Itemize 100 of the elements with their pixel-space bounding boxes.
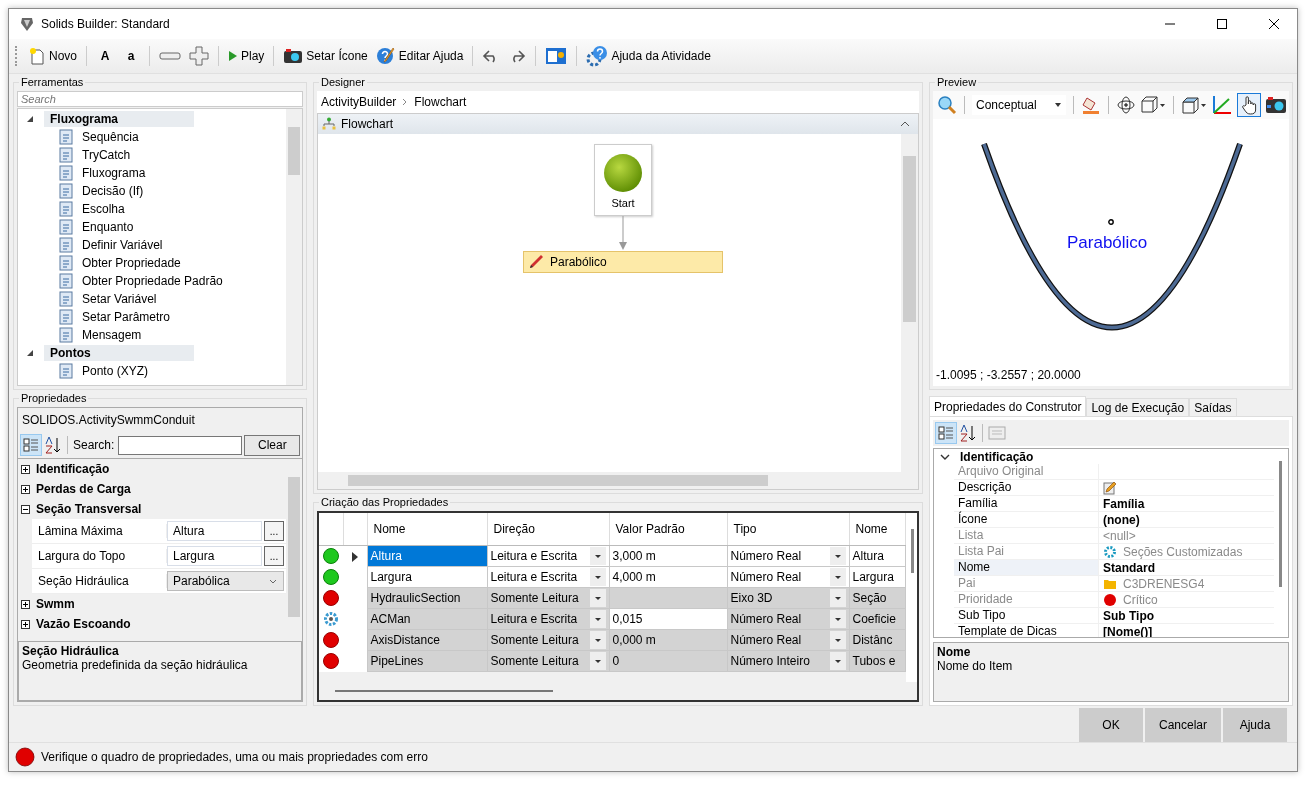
- property-row[interactable]: Sub Tipo Sub Tipo: [954, 608, 1274, 624]
- tree-item[interactable]: Obter Propriedade: [82, 256, 181, 270]
- property-value-field[interactable]: Altura: [167, 521, 262, 541]
- category-label[interactable]: Vazão Escoando: [36, 617, 131, 631]
- expand-icon[interactable]: [21, 484, 30, 494]
- dialog-button[interactable]: Cancelar: [1144, 708, 1221, 742]
- search-field[interactable]: Search: [17, 91, 303, 107]
- tree-item[interactable]: Definir Variável: [82, 238, 163, 252]
- tree-item[interactable]: Escolha: [82, 202, 125, 216]
- property-row[interactable]: Família Família: [954, 496, 1274, 512]
- table-cell[interactable]: HydraulicSection: [367, 587, 487, 609]
- tree-group[interactable]: Fluxograma: [44, 111, 194, 127]
- pan-hand-button[interactable]: [1237, 93, 1261, 117]
- tree-item[interactable]: Fluxograma: [82, 166, 146, 180]
- zoom-icon[interactable]: [937, 95, 957, 115]
- collapse-icon[interactable]: [21, 504, 30, 514]
- close-icon[interactable]: [1269, 19, 1279, 29]
- paint-bucket-icon[interactable]: [1081, 95, 1101, 115]
- search-field[interactable]: [118, 435, 243, 455]
- set-icon-button[interactable]: Setar Ícone: [280, 43, 371, 69]
- tree-item[interactable]: Enquanto: [82, 220, 134, 234]
- expand-icon[interactable]: [21, 619, 30, 629]
- sort-icon[interactable]: [44, 435, 62, 455]
- table-row[interactable]: HydraulicSection Somente Leitura Eixo 3D Seção: [319, 587, 905, 609]
- column-header[interactable]: Nome: [849, 513, 905, 546]
- tree-item[interactable]: Ponto (XYZ): [82, 364, 149, 378]
- table-row[interactable]: PipeLines Somente Leitura 0 Número Inteiro Tubos e: [319, 650, 905, 672]
- camera-icon[interactable]: [1265, 96, 1287, 114]
- expander-icon[interactable]: [26, 115, 34, 123]
- plus-icon[interactable]: [189, 46, 209, 66]
- cube-view-icon[interactable]: [1140, 96, 1166, 114]
- ellipsis-button[interactable]: ...: [264, 521, 284, 541]
- tree-item[interactable]: Setar Variável: [82, 292, 157, 306]
- tree-item[interactable]: Sequência: [82, 130, 139, 144]
- tree-item[interactable]: TryCatch: [82, 148, 131, 162]
- category-label[interactable]: Identificação: [36, 462, 110, 476]
- collapse-up-icon[interactable]: [900, 121, 910, 127]
- expand-icon[interactable]: [21, 599, 30, 609]
- ellipsis-button[interactable]: ...: [264, 546, 284, 566]
- category-label[interactable]: Identificação: [960, 449, 1034, 464]
- table-row[interactable]: AxisDistance Somente Leitura 0,000 m Número Real Distânc: [319, 629, 905, 651]
- breadcrumb-item[interactable]: Flowchart: [414, 95, 467, 109]
- tree-item[interactable]: Mensagem: [82, 328, 142, 342]
- column-header[interactable]: Nome: [367, 513, 487, 546]
- caret-icon: [589, 610, 606, 628]
- tree-item[interactable]: Setar Parâmetro: [82, 310, 171, 324]
- column-header[interactable]: Direção: [487, 513, 609, 546]
- tab[interactable]: Saídas: [1189, 398, 1237, 416]
- activity-help-button[interactable]: Ajuda da Atividade: [583, 43, 714, 69]
- tab[interactable]: Log de Execução: [1086, 398, 1190, 416]
- column-header[interactable]: Tipo: [727, 513, 849, 546]
- scrollbar[interactable]: [318, 472, 918, 489]
- axes-icon[interactable]: [1211, 94, 1233, 116]
- property-name: Largura do Topo: [32, 549, 167, 563]
- activity-node[interactable]: Parabólico: [523, 251, 723, 273]
- table-cell[interactable]: AxisDistance: [367, 629, 487, 651]
- column-header[interactable]: Valor Padrão: [609, 513, 727, 546]
- box-view-icon[interactable]: [1181, 96, 1207, 114]
- maximize-icon[interactable]: [1217, 19, 1227, 29]
- orbit-icon[interactable]: [1116, 95, 1136, 115]
- view-style-dropdown[interactable]: Conceptual: [972, 95, 1066, 115]
- panel-title: Designer: [319, 75, 368, 89]
- breadcrumb-item[interactable]: ActivityBuilder: [321, 95, 397, 109]
- font-larger-button[interactable]: A: [93, 43, 117, 69]
- table-cell[interactable]: Largura: [367, 566, 487, 588]
- expander-icon[interactable]: [26, 349, 34, 357]
- scrollbar[interactable]: [901, 134, 918, 472]
- edit-help-button[interactable]: Editar Ajuda: [372, 43, 467, 69]
- dialog-button[interactable]: Ajuda: [1223, 708, 1287, 742]
- property-dropdown[interactable]: Parabólica: [167, 571, 284, 591]
- new-button[interactable]: Novo: [25, 43, 80, 69]
- start-node[interactable]: Start: [594, 144, 652, 216]
- window-chart-icon[interactable]: [545, 47, 568, 65]
- property-row[interactable]: Ícone (none): [954, 512, 1274, 528]
- table-cell[interactable]: ACMan: [367, 608, 487, 630]
- minus-icon[interactable]: [159, 50, 181, 62]
- clear-button[interactable]: Clear: [244, 434, 301, 456]
- table-cell[interactable]: Altura: [367, 545, 487, 567]
- category-label[interactable]: Perdas de Carga: [36, 482, 131, 496]
- table-row[interactable]: Altura Leitura e Escrita 3,000 m Número Real Altura: [319, 545, 905, 567]
- property-row[interactable]: Nome Standard: [954, 560, 1274, 576]
- property-value-field[interactable]: Largura: [167, 546, 262, 566]
- table-cell[interactable]: PipeLines: [367, 650, 487, 672]
- table-row[interactable]: Largura Leitura e Escrita 4,000 m Número Real Largura: [319, 566, 905, 588]
- expand-icon[interactable]: [21, 464, 30, 474]
- category-label[interactable]: Swmm: [36, 597, 75, 611]
- scrollbar[interactable]: [286, 109, 302, 385]
- table-row[interactable]: ACMan Leitura e Escrita 0,015 Número Real Coeficie: [319, 608, 905, 630]
- tree-item[interactable]: Obter Propriedade Padrão: [82, 274, 223, 288]
- tree-group[interactable]: Pontos: [44, 345, 194, 361]
- property-row[interactable]: Descrição: [954, 480, 1274, 496]
- play-button[interactable]: Play: [225, 43, 268, 69]
- category-label[interactable]: Seção Transversal: [36, 502, 142, 516]
- tab[interactable]: Propriedades do Construtor: [929, 396, 1087, 416]
- font-smaller-button[interactable]: a: [119, 43, 143, 69]
- categorized-icon[interactable]: [935, 422, 957, 444]
- categorized-icon[interactable]: [20, 434, 42, 456]
- dialog-button[interactable]: OK: [1078, 708, 1143, 742]
- sort-icon[interactable]: [959, 423, 977, 443]
- tree-item[interactable]: Decisão (If): [82, 184, 144, 198]
